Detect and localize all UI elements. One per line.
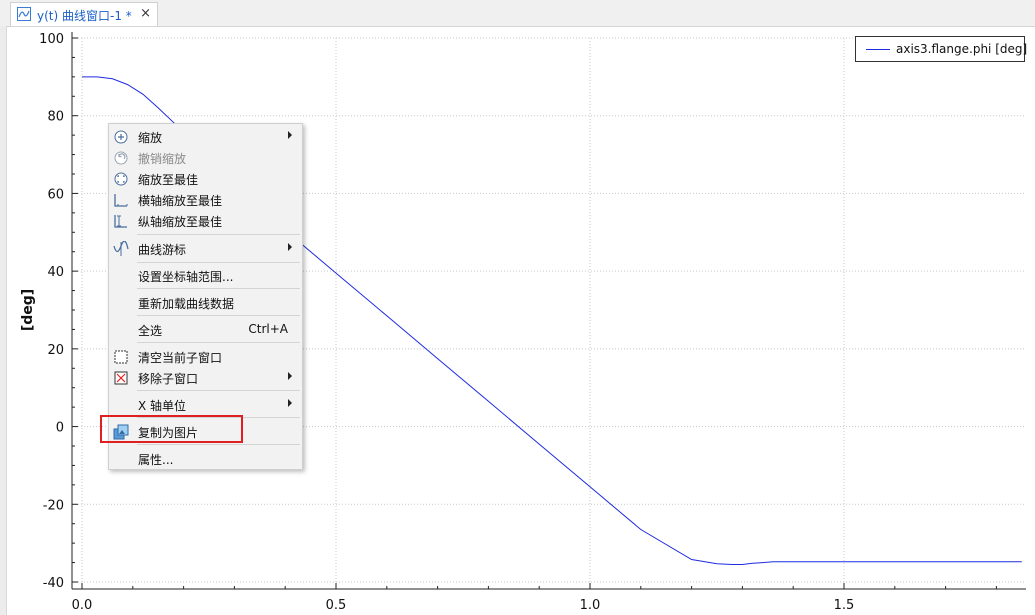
shortcut-label: Ctrl+A — [248, 322, 288, 336]
zoom-fit-vertical-icon — [114, 215, 127, 228]
x-tick-label: 1.0 — [580, 598, 601, 613]
highlight-annotation-box — [100, 415, 243, 443]
legend: axis3.flange.phi [deg] — [855, 36, 1028, 62]
y-tick-label: 60 — [47, 187, 64, 202]
zoom-in-icon — [114, 130, 128, 144]
y-axis-label: [deg] — [20, 289, 36, 331]
undo-zoom-icon — [114, 151, 128, 165]
menu-item-undo-zoom[interactable]: 撤销缩放 — [109, 147, 302, 168]
y-tick-label: 40 — [47, 265, 64, 280]
y-tick-label: 100 — [39, 32, 64, 47]
menu-item-set-axis-range[interactable]: 设置坐标轴范围... — [109, 265, 302, 286]
menu-item-zoom-fit-horizontal[interactable]: 横轴缩放至最佳 — [109, 189, 302, 210]
submenu-arrow-icon — [288, 131, 292, 139]
zoom-fit-horizontal-icon — [114, 194, 128, 207]
y-tick-label: 20 — [47, 343, 64, 358]
menu-item-zoom-fit[interactable]: 缩放至最佳 — [109, 168, 302, 189]
menu-separator — [137, 342, 300, 343]
menu-item-zoom-fit-vertical[interactable]: 纵轴缩放至最佳 — [109, 210, 302, 231]
x-tick-label: 0.0 — [72, 598, 93, 613]
x-tick-label: 1.5 — [834, 598, 855, 613]
clear-window-icon — [114, 350, 128, 364]
menu-item-reload-data[interactable]: 重新加载曲线数据 — [109, 292, 302, 313]
menu-separator — [137, 444, 300, 445]
menu-separator — [137, 288, 300, 289]
cursor-curve-icon — [113, 241, 129, 256]
menu-item-clear-window[interactable]: 清空当前子窗口 — [109, 346, 302, 367]
submenu-arrow-icon — [288, 243, 292, 251]
menu-item-zoom[interactable]: 缩放 — [109, 126, 302, 147]
submenu-arrow-icon — [288, 372, 292, 380]
menu-separator — [137, 315, 300, 316]
menu-item-x-axis-unit[interactable]: X 轴单位 — [109, 394, 302, 415]
menu-item-remove-window[interactable]: 移除子窗口 — [109, 367, 302, 388]
menu-separator — [137, 390, 300, 391]
zoom-fit-icon — [114, 172, 128, 186]
y-tick-label: 0 — [56, 421, 64, 436]
y-tick-label: -40 — [43, 576, 64, 591]
y-tick-label: 80 — [47, 110, 64, 125]
legend-line-swatch — [866, 49, 890, 50]
menu-separator — [137, 262, 300, 263]
menu-item-curve-cursor[interactable]: 曲线游标 — [109, 238, 302, 259]
menu-separator — [137, 234, 300, 235]
remove-window-icon — [114, 371, 128, 385]
submenu-arrow-icon — [288, 399, 292, 407]
x-tick-label: 0.5 — [326, 598, 347, 613]
legend-entry: axis3.flange.phi [deg] — [896, 42, 1028, 56]
y-tick-label: -20 — [43, 498, 64, 513]
menu-item-properties[interactable]: 属性... — [109, 448, 302, 469]
menu-item-select-all[interactable]: 全选 Ctrl+A — [109, 319, 302, 340]
